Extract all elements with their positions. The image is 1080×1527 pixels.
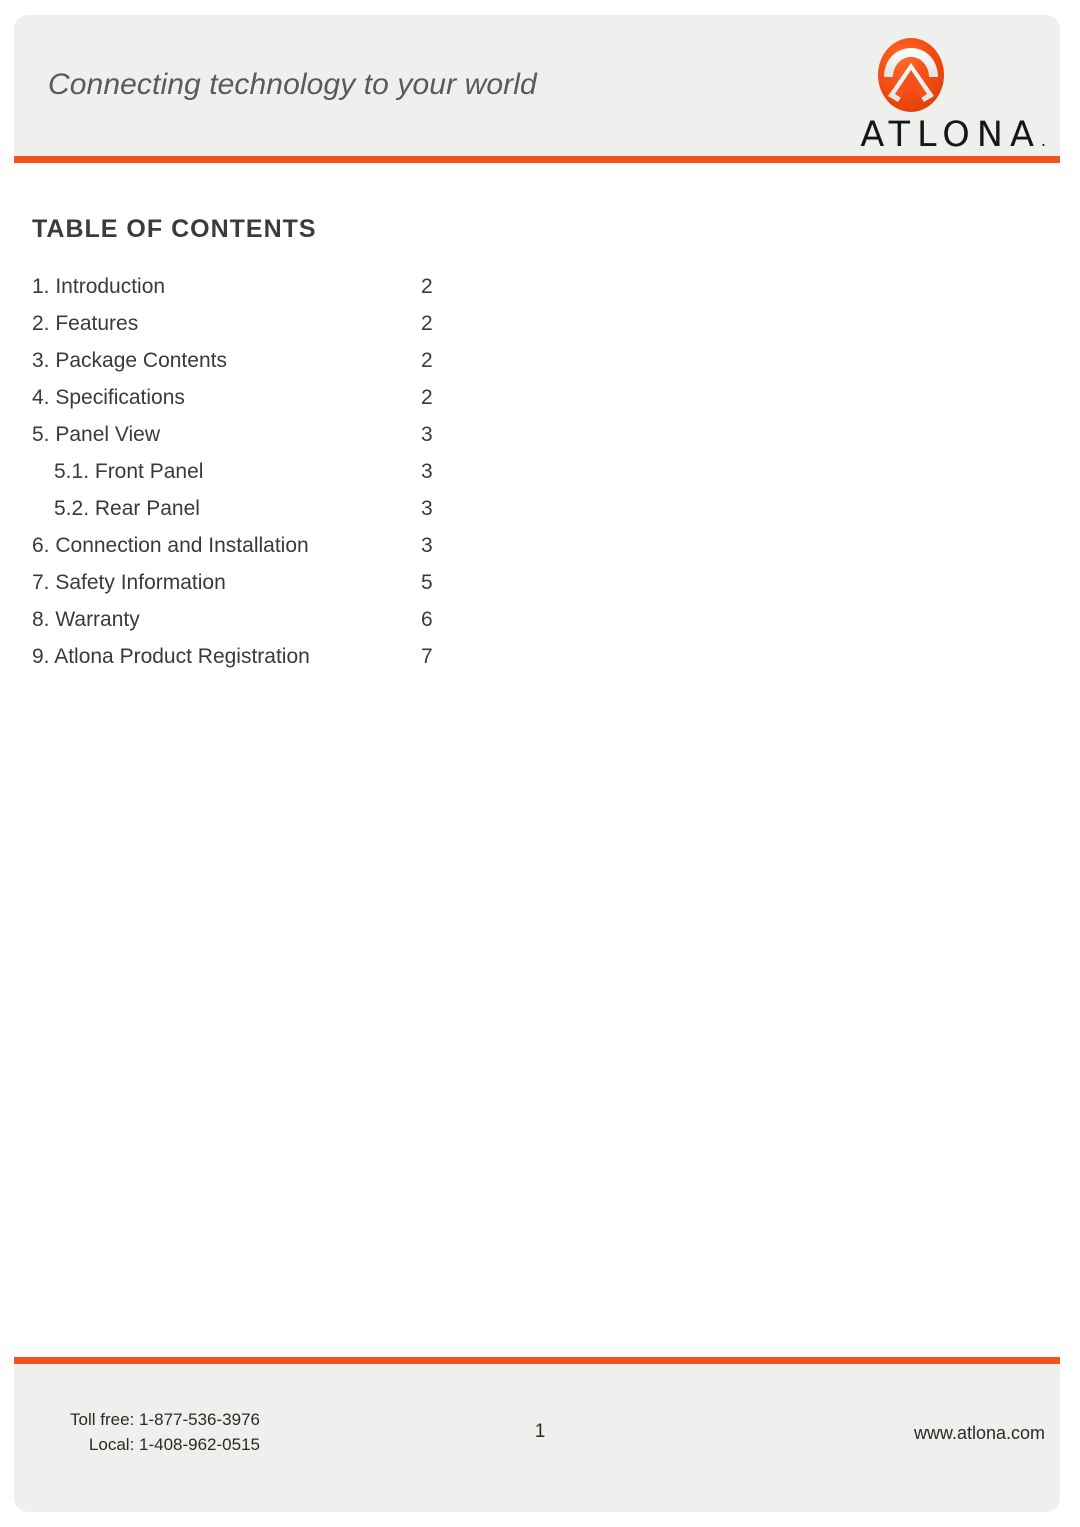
toc-entry-label: 5. Panel View <box>32 423 161 446</box>
atlona-logo: ATLONA. <box>778 36 1046 153</box>
toc-entry-page-number: 3 <box>421 460 433 483</box>
toc-entry-label: 1. Introduction <box>32 275 166 298</box>
brand-tagline: Connecting technology to your world <box>48 68 537 101</box>
footer-toll-free: Toll free: 1-877-536-3976 <box>70 1410 260 1429</box>
footer-page-number: 1 <box>534 1421 546 1442</box>
toc-entry[interactable]: 5.2. Rear Panel 3 <box>32 497 652 534</box>
toc-entry-page-number: 2 <box>421 312 433 335</box>
atlona-wordmark-period: . <box>1040 131 1046 150</box>
toc-entry-page-number: 3 <box>421 423 433 446</box>
toc-entry-label: 5.1. Front Panel <box>54 460 204 483</box>
toc-entry-page-number: 5 <box>421 571 433 594</box>
toc-entry[interactable]: 5.1. Front Panel 3 <box>32 460 652 497</box>
toc-entry[interactable]: 6. Connection and Installation 3 <box>32 534 652 571</box>
toc-entry[interactable]: 7. Safety Information 5 <box>32 571 652 608</box>
atlona-wordmark: ATLONA. <box>778 118 1046 153</box>
toc-entry-label: 7. Safety Information <box>32 571 226 594</box>
toc-entry-page-number: 3 <box>421 534 433 557</box>
toc-entry[interactable]: 4. Specifications 2 <box>32 386 652 423</box>
toc-entry-page-number: 2 <box>421 275 433 298</box>
toc-entry-label: 9. Atlona Product Registration <box>32 645 310 668</box>
toc-entry-label: 6. Connection and Installation <box>32 534 309 557</box>
toc-entry[interactable]: 9. Atlona Product Registration 7 <box>32 645 652 682</box>
footer-website: www.atlona.com <box>913 1423 1045 1443</box>
toc-entry[interactable]: 1. Introduction 2 <box>32 275 652 312</box>
atlona-circle-chevron-logo <box>874 36 948 114</box>
footer-orange-rule <box>14 1357 1060 1364</box>
toc-entry-page-number: 2 <box>421 349 433 372</box>
atlona-wordmark-text: ATLONA <box>860 115 1041 155</box>
toc-entry-page-number: 7 <box>421 645 433 668</box>
toc-entry[interactable]: 2. Features 2 <box>32 312 652 349</box>
footer-contact-numbers: Toll free: 1-877-536-3976 Local: 1-408-9… <box>30 1408 260 1457</box>
toc-entry-page-number: 3 <box>421 497 433 520</box>
toc-entry-label: 2. Features <box>32 312 139 335</box>
toc-entry-label: 8. Warranty <box>32 608 140 631</box>
toc-entry[interactable]: 8. Warranty 6 <box>32 608 652 645</box>
toc-entry-label: 3. Package Contents <box>32 349 227 372</box>
toc-entry-page-number: 6 <box>421 608 433 631</box>
table-of-contents-list: 1. Introduction 2 2. Features 2 3. Package C… <box>32 275 652 682</box>
toc-entry[interactable]: 3. Package Contents 2 <box>32 349 652 386</box>
header-orange-rule <box>14 156 1060 163</box>
toc-entry-page-number: 2 <box>421 386 433 409</box>
page-title: TABLE OF CONTENTS <box>32 215 317 243</box>
document-page: Connecting technology to your world ATLO… <box>0 0 1080 1527</box>
toc-entry-label: 4. Specifications <box>32 386 185 409</box>
toc-entry-label: 5.2. Rear Panel <box>54 497 200 520</box>
footer-local-number: Local: 1-408-962-0515 <box>88 1434 260 1454</box>
toc-entry[interactable]: 5. Panel View 3 <box>32 423 652 460</box>
